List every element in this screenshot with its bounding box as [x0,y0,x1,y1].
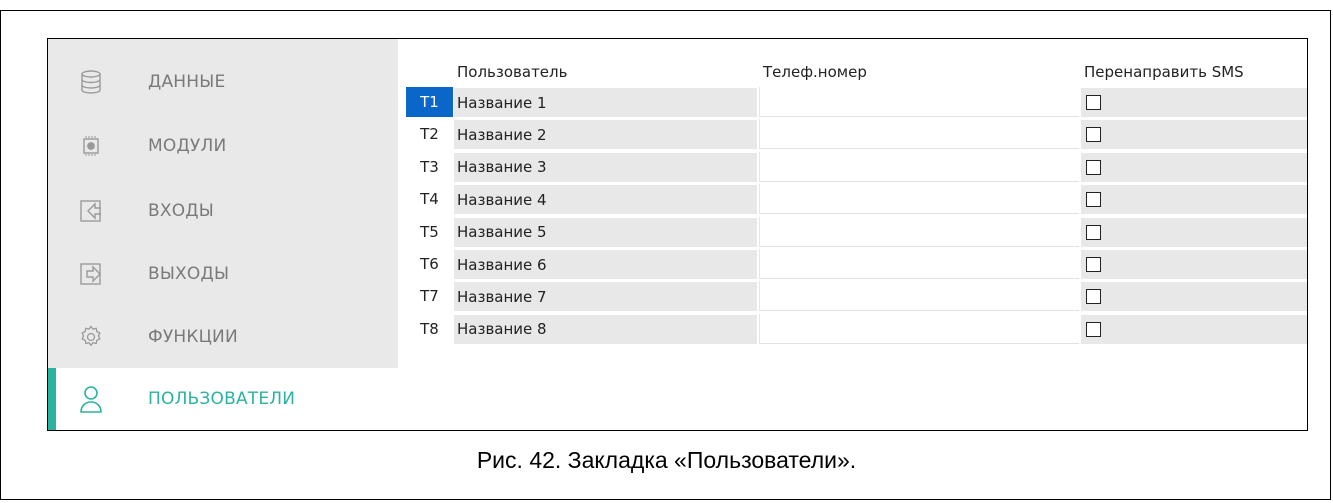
phone-number-cell[interactable] [759,216,1079,247]
phone-number-cell[interactable] [759,151,1079,182]
sms-forward-cell [1081,216,1307,247]
sidebar-item-label: ДАННЫЕ [148,72,226,92]
row-number[interactable]: T1 [406,87,453,117]
sms-forward-checkbox[interactable] [1086,159,1101,175]
app-window: ДАННЫЕ МОДУЛИ ВХОДЫ ВЫХОДЫ ФУНКЦИИ ПОЛЬЗ… [47,38,1308,431]
table-row[interactable]: T5 Название 5 [406,216,1307,247]
table-row[interactable]: T4 Название 4 [406,184,1307,215]
table-row[interactable]: T6 Название 6 [406,249,1307,279]
column-header-sms[interactable]: Перенаправить SMS [1084,57,1244,87]
sms-forward-cell [1081,87,1307,117]
row-number[interactable]: T2 [406,119,453,149]
user-name-cell[interactable]: Название 2 [454,119,757,150]
sms-forward-cell [1081,119,1307,150]
row-number[interactable]: T6 [406,249,453,279]
sidebar-item-label: ПОЛЬЗОВАТЕЛИ [148,389,296,409]
phone-number-cell[interactable] [759,249,1079,279]
sms-forward-checkbox[interactable] [1086,321,1101,337]
table-row[interactable]: T2 Название 2 [406,119,1307,150]
sidebar-item-label: ФУНКЦИИ [148,327,238,347]
gear-icon [78,324,104,350]
sidebar-item-functions[interactable]: ФУНКЦИИ [48,306,398,368]
table-row[interactable]: T7 Название 7 [406,281,1307,312]
user-name-cell[interactable]: Название 4 [454,184,757,215]
sms-forward-cell [1081,313,1307,344]
phone-number-cell[interactable] [759,313,1079,344]
sms-forward-checkbox[interactable] [1086,257,1101,272]
sidebar-item-label: МОДУЛИ [148,136,227,156]
sms-forward-checkbox[interactable] [1086,127,1101,143]
user-name-cell[interactable]: Название 3 [454,151,757,182]
phone-number-cell[interactable] [759,281,1079,312]
input-icon [78,198,104,224]
database-icon [78,69,104,95]
table-row[interactable]: T3 Название 3 [406,151,1307,182]
sms-forward-checkbox[interactable] [1086,95,1101,110]
row-number[interactable]: T3 [406,152,453,182]
sidebar-item-inputs[interactable]: ВХОДЫ [48,180,398,242]
user-name-cell[interactable]: Название 5 [454,216,757,247]
sidebar-item-users[interactable]: ПОЛЬЗОВАТЕЛИ [48,368,398,430]
sms-forward-cell [1081,281,1307,312]
user-name-cell[interactable]: Название 7 [454,281,757,312]
sms-forward-cell [1081,249,1307,279]
row-number[interactable]: T5 [406,217,453,247]
sidebar-item-modules[interactable]: МОДУЛИ [48,115,398,177]
chip-icon [78,133,104,159]
sms-forward-cell [1081,151,1307,182]
sidebar-item-label: ВХОДЫ [148,201,214,221]
user-name-cell[interactable]: Название 1 [454,87,757,117]
sms-forward-checkbox[interactable] [1086,192,1101,208]
column-header-phone[interactable]: Телеф.номер [763,57,867,87]
row-number[interactable]: T7 [406,281,453,311]
sidebar-item-label: ВЫХОДЫ [148,264,230,284]
sms-forward-cell [1081,184,1307,215]
sidebar-item-data[interactable]: ДАННЫЕ [48,51,398,113]
sidebar: ДАННЫЕ МОДУЛИ ВХОДЫ ВЫХОДЫ ФУНКЦИИ ПОЛЬЗ… [48,39,398,430]
figure-caption: Рис. 42. Закладка «Пользователи». [476,447,857,473]
table-row[interactable]: T1 Название 1 [406,87,1307,117]
row-number[interactable]: T8 [406,314,453,344]
row-number[interactable]: T4 [406,184,453,214]
output-icon [78,261,104,287]
column-header-user[interactable]: Пользователь [457,57,567,87]
sidebar-item-outputs[interactable]: ВЫХОДЫ [48,243,398,305]
user-icon [78,386,104,413]
user-name-cell[interactable]: Название 6 [454,249,757,279]
active-indicator [48,368,56,430]
phone-number-cell[interactable] [759,119,1079,150]
table-row[interactable]: T8 Название 8 [406,313,1307,344]
user-name-cell[interactable]: Название 8 [454,313,757,344]
phone-number-cell[interactable] [759,87,1079,117]
phone-number-cell[interactable] [759,184,1079,215]
sms-forward-checkbox[interactable] [1086,224,1101,240]
sms-forward-checkbox[interactable] [1086,289,1101,305]
